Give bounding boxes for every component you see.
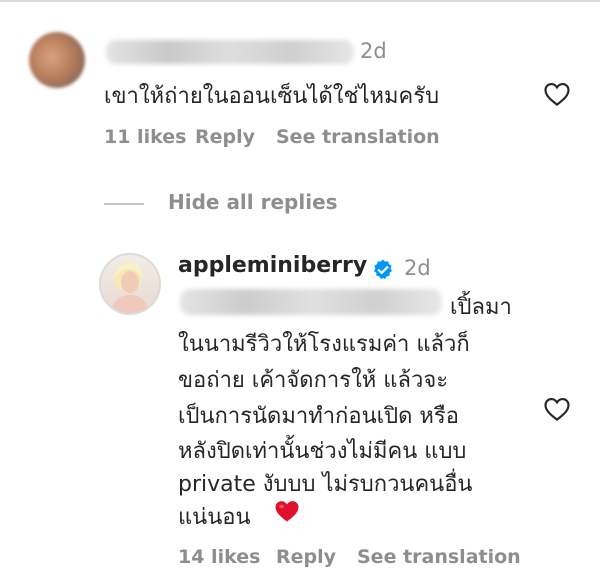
replies-divider-line bbox=[104, 203, 144, 205]
comment-see-translation[interactable]: See translation bbox=[276, 126, 440, 148]
reply-text-line-3: ขอถ่าย เค้าจัดการให้ แล้วจะ bbox=[178, 368, 449, 393]
reply-text-line-1: เปิ้ลมา bbox=[450, 295, 512, 320]
reply-reply-button[interactable]: Reply bbox=[276, 546, 336, 568]
red-heart-emoji bbox=[275, 501, 299, 522]
commenter-username-blurred[interactable] bbox=[106, 40, 354, 64]
commenter-avatar[interactable] bbox=[29, 32, 85, 88]
top-divider bbox=[0, 0, 600, 2]
reply-mention-blurred[interactable] bbox=[180, 289, 442, 315]
comment-time: 2d bbox=[360, 39, 387, 63]
verified-badge-icon bbox=[374, 259, 392, 279]
comment-text: เขาให้ถ่ายในออนเซ็นได้ใช่ไหมครับ bbox=[104, 84, 440, 109]
reply-text-line-6: private งับบบ ไม่รบกวนคนอื่น bbox=[178, 472, 473, 497]
reply-avatar[interactable] bbox=[99, 253, 161, 315]
reply-text-line-2: ในนามรีวิวให้โรงแรมค่า แล้วก็ bbox=[178, 332, 470, 357]
comment-reply-button[interactable]: Reply bbox=[195, 126, 255, 148]
reply-see-translation[interactable]: See translation bbox=[357, 546, 521, 568]
heart-outline-icon[interactable] bbox=[541, 79, 573, 109]
reply-text-line-4: เป็นการนัดมาทำก่อนเปิด หรือ bbox=[178, 404, 459, 429]
heart-outline-icon[interactable] bbox=[541, 394, 573, 424]
avatar-portrait bbox=[111, 262, 149, 313]
reply-text-line-7: แน่นอน bbox=[178, 505, 251, 530]
hide-replies-button[interactable]: Hide all replies bbox=[168, 190, 338, 214]
reply-time: 2d bbox=[404, 256, 431, 280]
comment-likes[interactable]: 11 likes bbox=[104, 126, 186, 148]
reply-likes[interactable]: 14 likes bbox=[178, 546, 260, 568]
reply-text-line-5: หลังปิดเท่านั้นช่วงไม่มีคน แบบ bbox=[178, 439, 467, 464]
reply-username[interactable]: appleminiberry bbox=[178, 253, 367, 278]
